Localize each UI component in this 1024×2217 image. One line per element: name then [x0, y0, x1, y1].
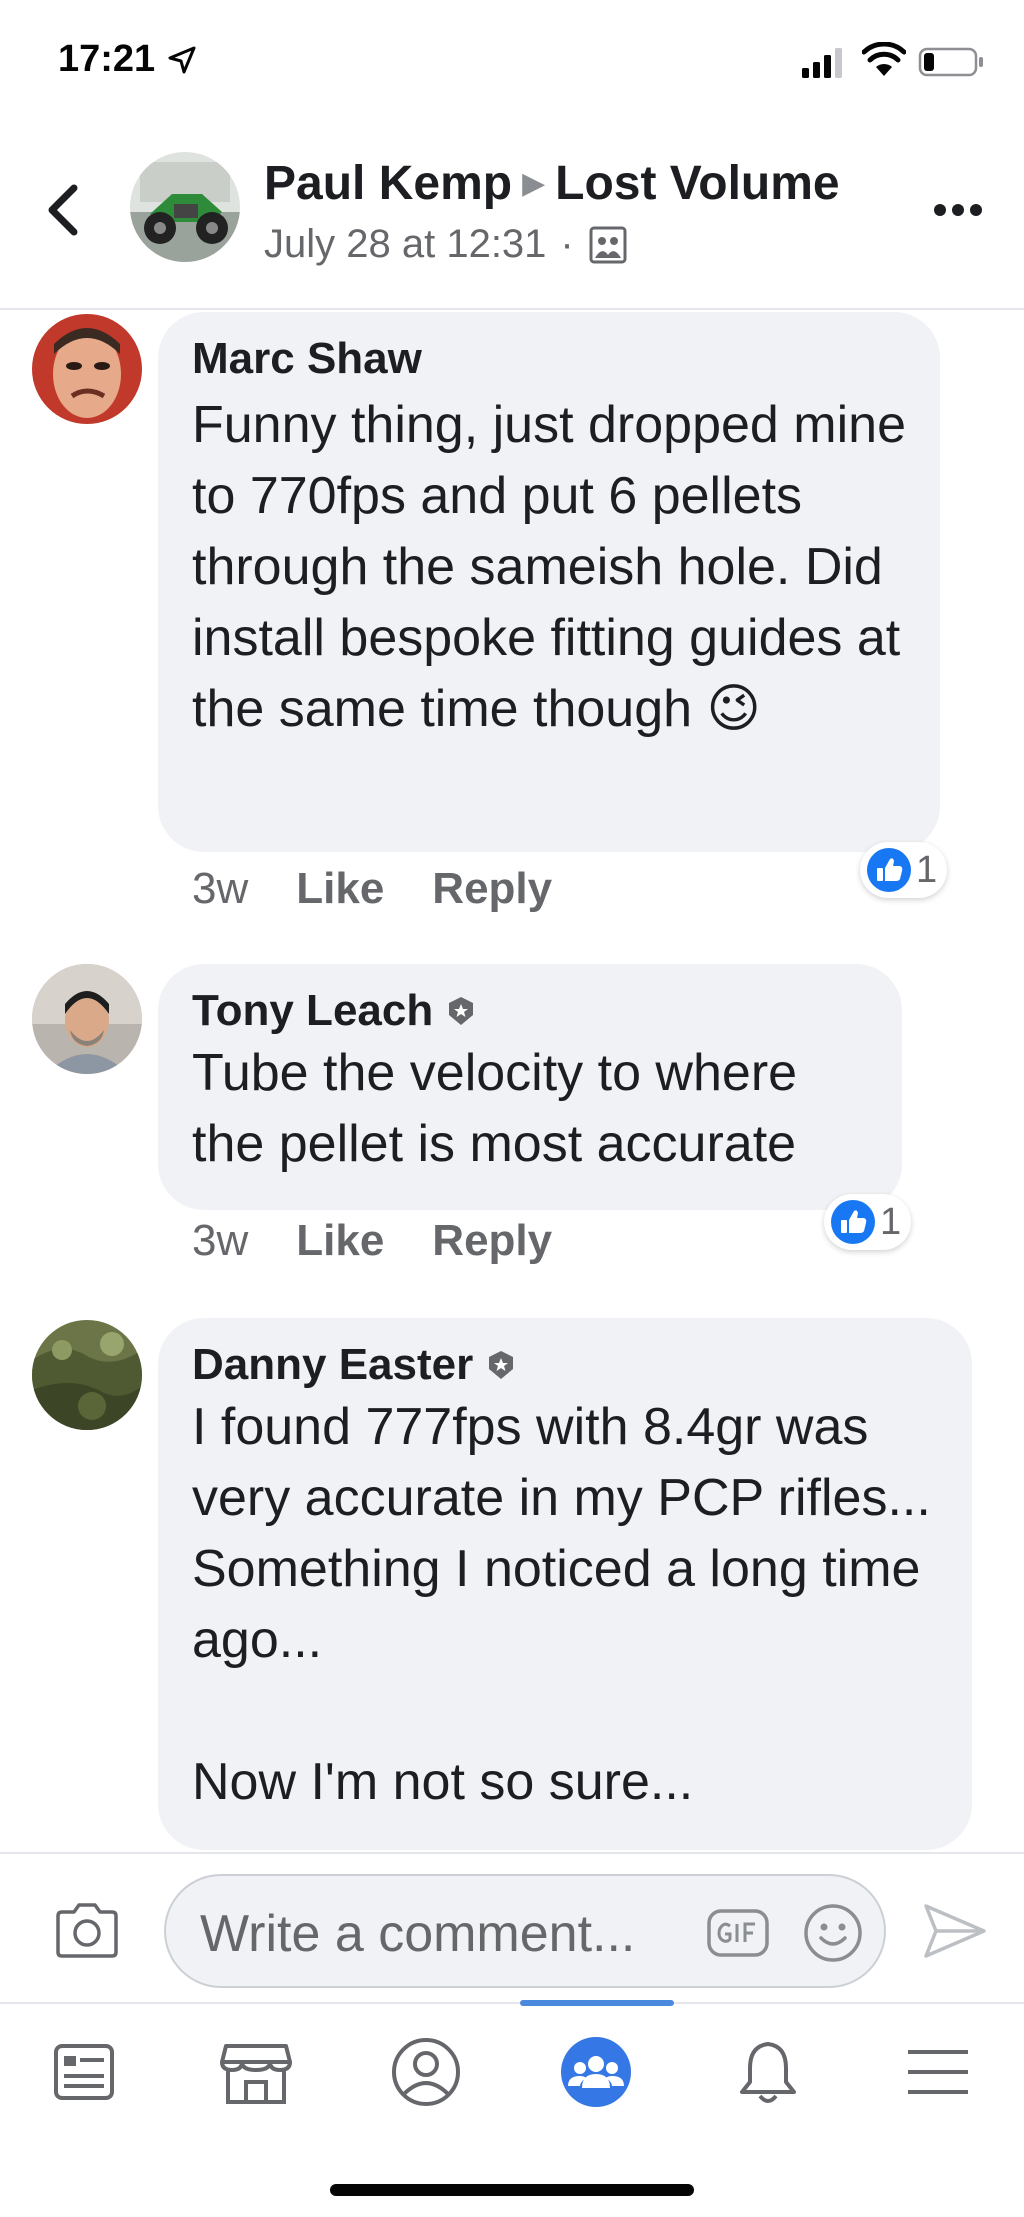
poster-avatar[interactable] — [130, 152, 240, 262]
comment-author[interactable]: Danny Easter — [192, 1340, 938, 1390]
reaction-count[interactable]: 1 — [860, 842, 948, 898]
post-timestamp[interactable]: July 28 at 12:31 — [264, 222, 546, 267]
like-thumb-icon — [867, 848, 911, 892]
news-feed-icon[interactable] — [44, 2032, 124, 2112]
location-arrow-icon — [168, 46, 196, 74]
reaction-count[interactable]: 1 — [824, 1194, 912, 1250]
groups-icon[interactable] — [556, 2032, 636, 2112]
comment-age: 3w — [192, 1216, 249, 1265]
comment-actions: 3w Like Reply — [192, 1216, 600, 1266]
verified-badge-icon — [449, 997, 474, 1025]
send-icon[interactable] — [922, 1900, 988, 1962]
back-chevron-icon[interactable] — [40, 180, 86, 240]
comment-text: Tube the velocity to where the pellet is… — [192, 1044, 812, 1173]
comment-text: Funny thing, just dropped mine to 770fps… — [192, 396, 921, 738]
verified-badge-icon — [489, 1351, 514, 1379]
gif-icon[interactable] — [706, 1908, 770, 1958]
commenter-avatar[interactable] — [32, 964, 142, 1074]
like-button[interactable]: Like — [296, 864, 384, 914]
comment-input-placeholder: Write a comment... — [200, 1905, 636, 1963]
cellular-signal-icon — [802, 48, 842, 78]
comment-bubble[interactable]: Tony Leach Tube the velocity to where th… — [158, 964, 902, 1210]
comment-input[interactable]: Write a comment... — [164, 1874, 886, 1988]
meta-separator: · — [560, 222, 574, 266]
status-time: 17:21 — [58, 38, 156, 80]
commenter-avatar[interactable] — [32, 314, 142, 424]
like-button[interactable]: Like — [296, 1216, 384, 1266]
arrow-right-icon: ▶ — [522, 167, 546, 200]
like-count: 1 — [880, 1200, 902, 1243]
reply-button[interactable]: Reply — [432, 1216, 552, 1266]
post-meta: July 28 at 12:31 · — [264, 222, 628, 267]
status-bar: 17:21 — [0, 0, 1024, 130]
more-options-icon[interactable] — [930, 190, 986, 230]
comment-bubble[interactable]: Marc Shaw Funny thing, just dropped mine… — [158, 312, 940, 852]
comment-age: 3w — [192, 864, 249, 913]
home-indicator[interactable] — [330, 2184, 694, 2196]
post-title: Paul Kemp ▶ Lost Volume — [264, 156, 840, 211]
emoji-smile-icon[interactable] — [802, 1902, 864, 1964]
active-tab-indicator — [520, 2000, 674, 2006]
menu-icon[interactable] — [898, 2032, 978, 2112]
post-header: Paul Kemp ▶ Lost Volume July 28 at 12:31 · — [0, 130, 1024, 310]
comment-text: I found 777fps with 8.4gr was very accur… — [192, 1398, 931, 1811]
group-name[interactable]: Lost Volume — [555, 157, 839, 210]
like-count: 1 — [916, 848, 938, 891]
commenter-avatar[interactable] — [32, 1320, 142, 1430]
notifications-icon[interactable] — [728, 2032, 808, 2112]
wifi-icon — [862, 42, 906, 76]
comment-bubble[interactable]: Danny Easter I found 777fps with 8.4gr w… — [158, 1318, 972, 1850]
profile-icon[interactable] — [386, 2032, 466, 2112]
reply-button[interactable]: Reply — [432, 864, 552, 914]
marketplace-icon[interactable] — [216, 2032, 296, 2112]
comment-composer: Write a comment... — [0, 1852, 1024, 2002]
comment-actions: 3w Like Reply — [192, 864, 600, 914]
battery-icon — [918, 47, 983, 77]
like-thumb-icon — [831, 1200, 875, 1244]
poster-name[interactable]: Paul Kemp — [264, 157, 512, 210]
bottom-tab-bar — [0, 2000, 1024, 2217]
camera-icon[interactable] — [52, 1900, 122, 1960]
group-privacy-icon — [589, 226, 627, 263]
comment-author[interactable]: Tony Leach — [192, 986, 868, 1036]
comment-author[interactable]: Marc Shaw — [192, 334, 906, 384]
